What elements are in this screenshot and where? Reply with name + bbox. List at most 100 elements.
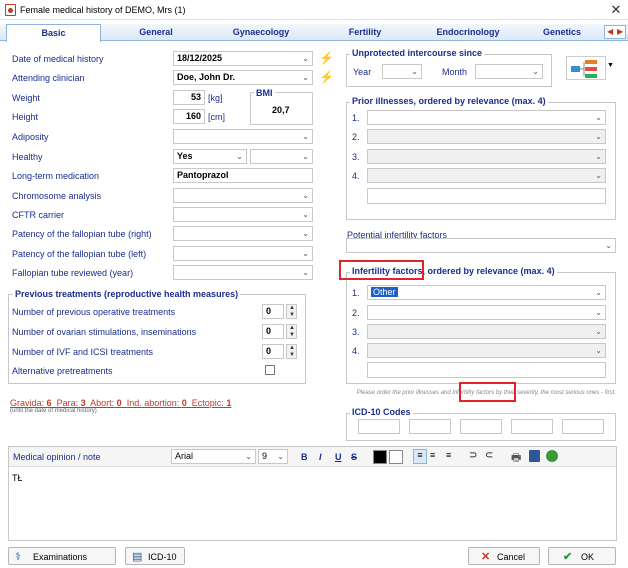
chevron-down-icon: ⌄ — [236, 152, 243, 161]
underline-icon[interactable]: U — [335, 452, 342, 462]
prior-free-text[interactable] — [367, 188, 606, 204]
ok-button[interactable]: ✔ OK — [548, 547, 616, 565]
prior-select-1[interactable]: ⌄ — [367, 110, 606, 125]
adiposity-select[interactable]: ⌄ — [173, 129, 313, 144]
chevron-down-icon: ⌄ — [302, 152, 309, 161]
infertility-free-text[interactable] — [367, 362, 606, 378]
stimulations-spinner[interactable]: ▲ ▼ — [286, 324, 297, 339]
ivf-input[interactable]: 0 — [262, 344, 284, 359]
checkmark-icon: ✔ — [563, 551, 573, 563]
chevron-down-icon: ⌄ — [532, 67, 539, 76]
chevron-right-icon[interactable]: ▶ — [617, 27, 623, 36]
chevron-down-icon: ⌄ — [302, 229, 309, 238]
chevron-down-icon: ⌄ — [595, 113, 602, 122]
chevron-down-icon: ⌄ — [302, 210, 309, 219]
ivf-label: Number of IVF and ICSI treatments — [12, 347, 154, 357]
month-select[interactable]: ⌄ — [475, 64, 543, 79]
icd-code-4[interactable] — [511, 419, 553, 434]
bold-icon[interactable]: B — [301, 452, 308, 462]
cftr-select[interactable]: ⌄ — [173, 207, 313, 222]
prior-select-3[interactable]: ⌄ — [367, 149, 606, 164]
chromosome-select[interactable]: ⌄ — [173, 188, 313, 203]
prior-num-1: 1. — [352, 113, 360, 123]
infertility-select-1[interactable]: Other ⌄ — [367, 285, 606, 300]
treatments-title: Previous treatments (reproductive health… — [13, 289, 241, 299]
align-center-icon[interactable]: ≡ — [430, 450, 435, 460]
tab-endocrinology[interactable]: Endocrinology — [418, 24, 518, 41]
operative-input[interactable]: 0 — [262, 304, 284, 319]
alternative-checkbox[interactable] — [265, 365, 275, 375]
healthy-select[interactable]: Yes ⌄ — [173, 149, 247, 164]
dropdown-arrow-icon[interactable]: ▼ — [607, 62, 614, 69]
patency-right-select[interactable]: ⌄ — [173, 226, 313, 241]
infertility-select-4[interactable]: ⌄ — [367, 343, 606, 358]
cancel-button[interactable]: ✕ Cancel — [468, 547, 540, 565]
lightning-icon[interactable]: ⚡ — [319, 70, 334, 84]
text-color-icon[interactable] — [373, 450, 387, 464]
note-content[interactable]: TŁ — [12, 473, 23, 483]
height-input[interactable]: 160 — [173, 109, 205, 124]
font-family-select[interactable]: Arial ⌄ — [171, 449, 256, 464]
editor-toolbar: Medical opinion / note Arial ⌄ 9 ⌄ B I U S… — [9, 447, 616, 467]
highlight-box — [459, 382, 516, 402]
year-select[interactable]: ⌄ — [382, 64, 422, 79]
outdent-icon[interactable]: ⊂ — [485, 450, 493, 461]
tab-general[interactable]: General — [105, 24, 207, 41]
italic-icon[interactable]: I — [319, 452, 322, 462]
icd-code-2[interactable] — [409, 419, 451, 434]
icd10-button[interactable]: ▤ ICD-10 — [125, 547, 185, 565]
prior-select-2[interactable]: ⌄ — [367, 129, 606, 144]
tab-fertility[interactable]: Fertility — [315, 24, 415, 41]
infertility-num-4: 4. — [352, 346, 360, 356]
height-label: Height — [12, 112, 39, 122]
date-select[interactable]: 18/12/2025 ⌄ — [173, 51, 313, 66]
icd-code-3[interactable] — [460, 419, 502, 434]
infertility-select-2[interactable]: ⌄ — [367, 305, 606, 320]
medication-input[interactable]: Pantoprazol — [173, 168, 313, 183]
reviewed-select[interactable]: ⌄ — [173, 265, 313, 280]
print-icon[interactable]: 🖶 — [511, 449, 521, 468]
tab-basic[interactable]: Basic — [6, 24, 101, 42]
chromosome-label: Chromosome analysis — [12, 191, 102, 201]
chevron-down-icon: ⌄ — [595, 132, 602, 141]
healthy-detail-select[interactable]: ⌄ — [250, 149, 313, 164]
close-icon[interactable]: ✕ — [608, 2, 624, 18]
highlight-color-icon[interactable] — [389, 450, 403, 464]
clinician-select[interactable]: Doe, John Dr. ⌄ — [173, 70, 313, 85]
potential-select[interactable]: ⌄ — [346, 238, 616, 253]
prior-select-4[interactable]: ⌄ — [367, 168, 606, 183]
globe-icon[interactable] — [546, 450, 558, 462]
word-icon[interactable] — [529, 450, 540, 462]
chevron-down-icon: ⌄ — [595, 308, 602, 317]
patency-left-select[interactable]: ⌄ — [173, 246, 313, 261]
align-right-icon[interactable]: ≡ — [446, 450, 451, 460]
weight-input[interactable]: 53 — [173, 90, 205, 105]
operative-spinner[interactable]: ▲ ▼ — [286, 304, 297, 319]
examinations-button[interactable]: ⚕ Examinations — [8, 547, 116, 565]
date-label: Date of medical history — [12, 54, 104, 64]
chevron-down-icon: ⌄ — [302, 191, 309, 200]
icd-code-1[interactable] — [358, 419, 400, 434]
obstetric-summary[interactable]: Gravida: 6 Para: 3 Abort: 0 Ind. abortio… — [10, 398, 231, 408]
chevron-left-icon[interactable]: ◀ — [607, 27, 613, 36]
strikethrough-icon[interactable]: S — [351, 452, 357, 462]
patency-left-label: Patency of the fallopian tube (left) — [12, 249, 147, 259]
stimulations-input[interactable]: 0 — [262, 324, 284, 339]
tab-scroll-arrows[interactable]: ◀ ▶ — [604, 25, 626, 39]
chevron-down-icon: ⌄ — [595, 327, 602, 336]
icd-code-5[interactable] — [562, 419, 604, 434]
ivf-spinner[interactable]: ▲ ▼ — [286, 344, 297, 359]
prior-num-4: 4. — [352, 171, 360, 181]
chevron-down-icon: ⌄ — [411, 67, 418, 76]
medication-label: Long-term medication — [12, 171, 100, 181]
indent-icon[interactable]: ⊃ — [469, 450, 477, 461]
infertility-select-3[interactable]: ⌄ — [367, 324, 606, 339]
font-size-select[interactable]: 9 ⌄ — [258, 449, 288, 464]
align-left-icon[interactable]: ≡ — [413, 449, 427, 464]
tab-genetics[interactable]: Genetics — [522, 24, 602, 41]
bmi-label: BMI — [254, 88, 275, 98]
tab-gynaecology[interactable]: Gynaecology — [210, 24, 312, 41]
tree-icon — [571, 60, 597, 78]
lightning-icon[interactable]: ⚡ — [319, 51, 334, 65]
hierarchy-button[interactable] — [566, 56, 606, 80]
